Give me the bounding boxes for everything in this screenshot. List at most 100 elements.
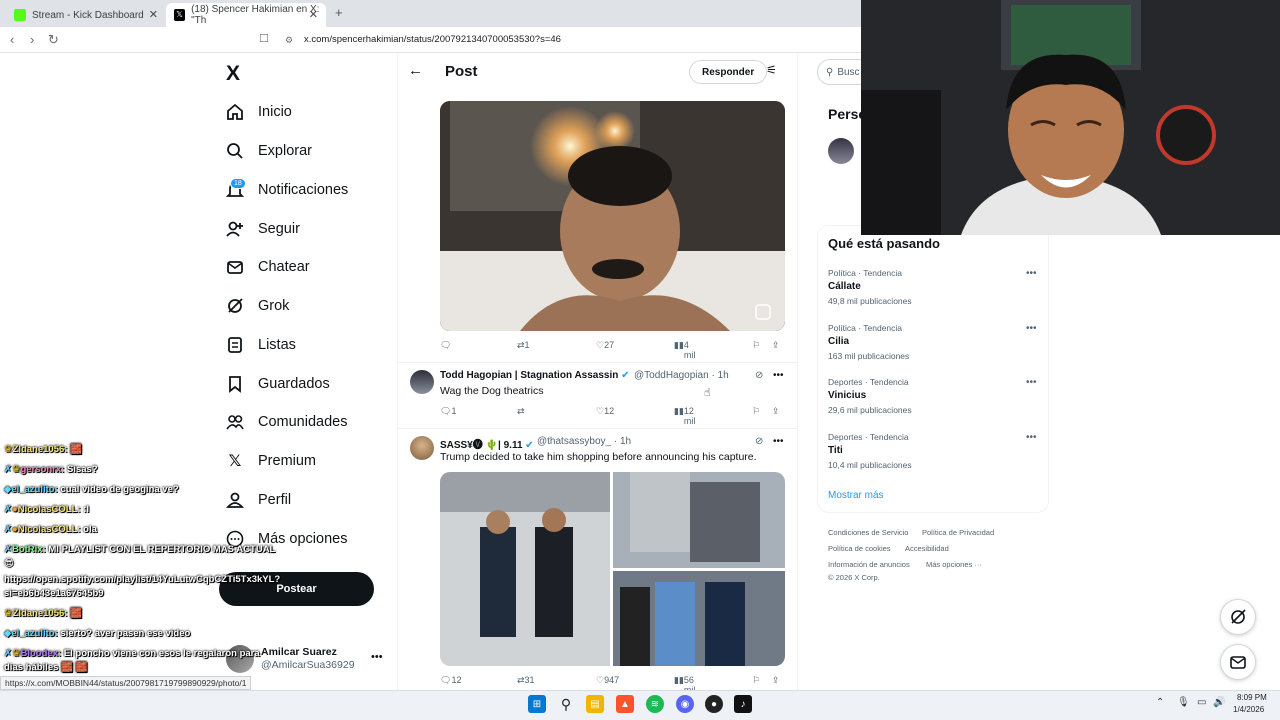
reply-button[interactable]: Responder [689,60,768,84]
footer-link[interactable]: Más opciones ··· [926,560,982,569]
show-more-link[interactable]: Mostrar más [828,490,884,501]
reply-button[interactable]: 🗨 1 [440,406,456,417]
trend-name[interactable]: Cállate [828,281,861,292]
trend-meta: Política · Tendencia [828,323,903,333]
tweet-media-image[interactable] [440,101,785,331]
search-icon[interactable]: ⚲ [557,695,575,713]
photo-man-in-bed [440,101,785,331]
discord-icon[interactable]: ◉ [676,695,694,713]
browser-tab-kick[interactable]: Stream - Kick Dashboard ✕ [6,3,166,27]
tiktok-icon[interactable]: ♪ [734,695,752,713]
tweet-handle[interactable]: @thatsassyboy_ · 1h [537,436,631,447]
nav-item-explorar[interactable]: Explorar [226,137,312,165]
taskbar-time[interactable]: 8:09 PM [1237,693,1267,702]
display-icon[interactable]: ▭ [1197,697,1206,708]
trend-name[interactable]: Vinicius [828,390,866,401]
url-field[interactable]: x.com/spencerhakimian/status/20079213407… [304,34,561,45]
views-button[interactable]: ▮▮ 4 mil [674,340,695,360]
retweet-button[interactable]: ⇄ 1 [517,340,530,351]
sliders-icon[interactable]: ⚟ [766,63,777,77]
grok-icon[interactable]: ⊘ [755,370,763,381]
more-icon[interactable]: ••• [1026,377,1037,388]
nav-item-seguir[interactable]: Seguir [226,215,300,243]
footer-link[interactable]: Accesibilidad [905,544,949,553]
grok-icon[interactable]: ⊘ [755,436,763,447]
views-button[interactable]: ▮▮ 56 mil [674,675,695,695]
account-more-icon[interactable]: ••• [371,651,383,663]
new-tab-button[interactable]: + [335,5,343,20]
footer-link[interactable]: Información de anuncios [828,560,910,569]
views-button[interactable]: ▮▮ 12 mil [674,406,695,426]
back-icon[interactable]: ‹ [10,32,14,47]
avatar[interactable] [410,370,434,394]
nav-item-premium[interactable]: 𝕏 Premium [226,447,316,475]
share-icon[interactable]: ⇪ [772,406,780,417]
chevron-up-icon[interactable]: ⌃ [1156,697,1164,708]
share-icon[interactable]: ⇪ [772,675,780,686]
bookmark-icon[interactable]: ⚐ [752,340,760,351]
search-placeholder: Busc [837,66,860,78]
trend-name[interactable]: Titi [828,445,843,456]
nav-item-inicio[interactable]: Inicio [226,98,292,126]
close-tab-icon[interactable]: ✕ [309,8,318,21]
handle-text: @thatsassyboy_ [537,436,612,447]
x-logo-icon[interactable]: X [226,62,240,86]
microphone-icon[interactable]: 🎙 [1177,697,1190,708]
trend-name[interactable]: Cilia [828,336,849,347]
more-icon[interactable]: ••• [773,370,784,381]
like-button[interactable]: ♡ 27 [596,340,614,351]
chat-text: :I [83,504,89,515]
search-icon [226,142,244,160]
bookmark-page-icon[interactable]: ☐ [259,32,269,45]
like-button[interactable]: ♡ 947 [596,675,619,686]
tweet-time: · 1h [613,436,632,447]
close-tab-icon[interactable]: ✕ [149,8,158,21]
tweet-media-grid[interactable] [440,472,785,666]
forward-icon[interactable]: › [30,32,34,47]
nav-item-chatear[interactable]: Chatear [226,253,310,281]
nav-item-perfil[interactable]: Perfil [226,486,291,514]
tweet-author-name[interactable]: Todd Hagopian | Stagnation Assassin ✔ [440,370,630,381]
footer-link[interactable]: Condiciones de Servicio [828,528,908,537]
more-icon[interactable]: ••• [1026,432,1037,443]
column-divider [397,53,398,693]
footer-link[interactable]: Política de Privacidad [922,528,994,537]
more-icon[interactable]: ••• [1026,323,1037,334]
file-explorer-icon[interactable]: ▤ [586,695,604,713]
bookmark-icon[interactable]: ⚐ [752,675,760,686]
brave-browser-icon[interactable]: ▲ [616,695,634,713]
obs-icon[interactable]: ● [705,695,723,713]
retweet-button[interactable]: ⇄ 31 [517,675,535,686]
chat-text: https://open.spotify.com/playlist/14YuLu… [4,574,281,585]
bookmark-icon[interactable]: ⚐ [752,406,760,417]
tweet-handle[interactable]: @ToddHagopian · 1h [634,370,729,381]
back-arrow-icon[interactable]: ← [408,62,423,79]
avatar[interactable] [410,436,434,460]
like-button[interactable]: ♡ 12 [596,406,614,417]
grok-float-button[interactable] [1220,599,1256,635]
more-icon[interactable]: ••• [773,436,784,447]
spotify-icon[interactable]: ≋ [646,695,664,713]
nav-item-grok[interactable]: Grok [226,292,289,320]
footer-link[interactable]: Política de cookies [828,544,891,553]
volume-icon[interactable]: 🔊 [1213,697,1225,708]
nav-item-listas[interactable]: Listas [226,331,296,359]
share-icon[interactable]: ⇪ [772,340,780,351]
windows-start-icon[interactable]: ⊞ [528,695,546,713]
nav-item-comunidades[interactable]: Comunidades [226,408,347,436]
messages-float-button[interactable] [1220,644,1256,680]
nav-item-guardados[interactable]: Guardados [226,370,330,398]
reply-icon[interactable]: 🗨 [440,340,451,351]
account-name[interactable]: Amilcar Suarez [261,646,337,658]
browser-tab-x[interactable]: 𝕏 (18) Spencer Hakimian en X: "Th ✕ [166,3,326,27]
chat-message: ✗●NicolasCOLL: ola [4,524,97,535]
tweet-author-name[interactable]: SASS¥🅥 🌵| 9.11 ✔ [440,436,534,451]
taskbar-date[interactable]: 1/4/2026 [1233,705,1264,714]
retweet-icon[interactable]: ⇄ [517,406,525,417]
reply-count: 12 [451,675,462,685]
more-icon[interactable]: ••• [1026,268,1037,279]
reload-icon[interactable]: ↻ [48,32,59,48]
site-info-icon[interactable]: ⚙ [285,35,293,46]
avatar[interactable] [828,138,854,164]
reply-button[interactable]: 🗨 12 [440,675,461,686]
